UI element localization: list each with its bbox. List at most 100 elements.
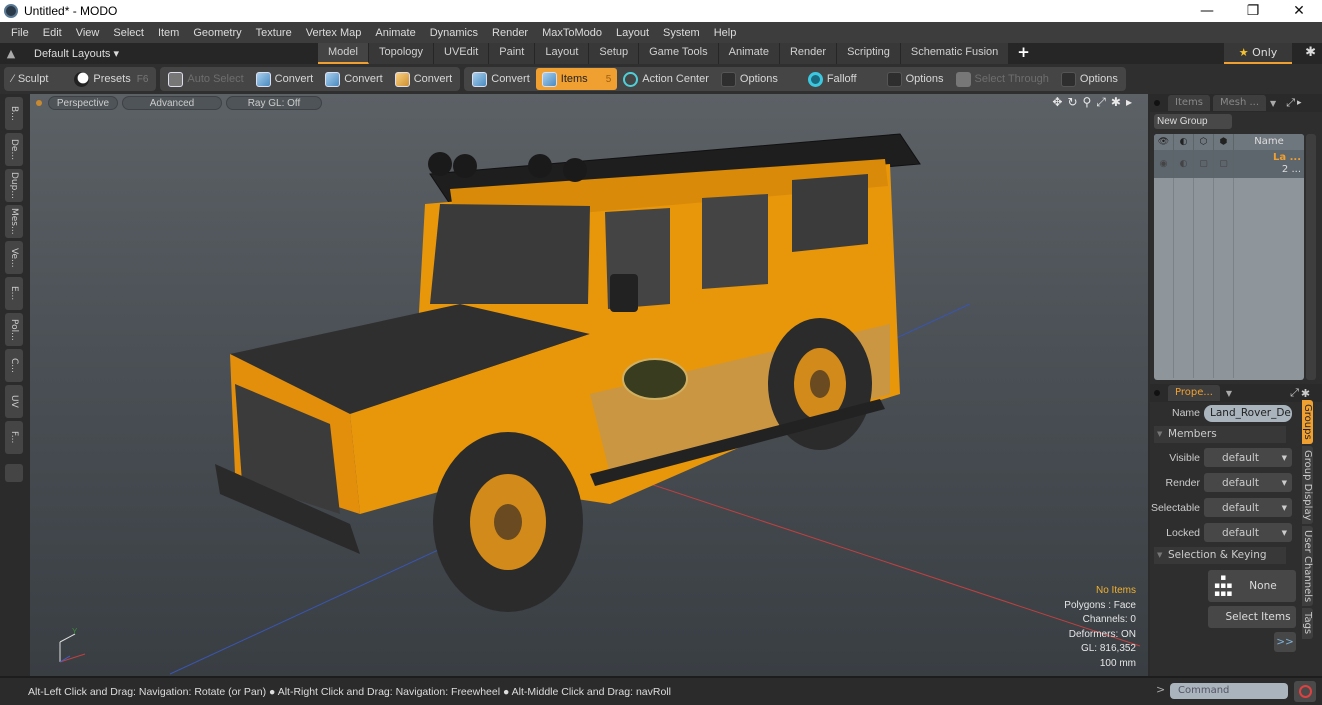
maximize-icon[interactable]: ⤢ <box>1286 96 1295 110</box>
rotate-icon[interactable]: ↻ <box>1067 95 1077 110</box>
tool-duplicate[interactable]: Dup... <box>5 169 23 202</box>
tab-items[interactable]: Items <box>1168 95 1210 111</box>
menu-layout[interactable]: Layout <box>609 27 656 39</box>
menu-maxtomodo[interactable]: MaxToModo <box>535 27 609 39</box>
zoom-icon[interactable]: ⚲ <box>1083 95 1092 110</box>
tab-setup[interactable]: Setup <box>589 43 640 64</box>
lock-column-icon[interactable]: ⬢ <box>1214 134 1234 150</box>
minimize-button[interactable]: — <box>1184 0 1230 22</box>
menu-animate[interactable]: Animate <box>368 27 422 39</box>
close-button[interactable]: ✕ <box>1276 0 1322 22</box>
group-row[interactable]: ◉ ◐ ▢ ▢ La ... 2 ... <box>1154 150 1304 178</box>
falloff-options-button[interactable]: Options <box>881 68 950 90</box>
tab-game-tools[interactable]: Game Tools <box>639 43 719 64</box>
panel-menu-dot[interactable] <box>1154 100 1160 106</box>
tool-curve[interactable]: C... <box>5 349 23 382</box>
tool-strip-toggle[interactable] <box>5 464 23 482</box>
maximize-icon[interactable]: ⤢ <box>1096 95 1106 110</box>
side-tab-user-channels[interactable]: User Channels <box>1302 526 1313 607</box>
sculpt-button[interactable]: ⁄ Sculpt <box>6 68 54 90</box>
tool-delete[interactable]: De... <box>5 133 23 166</box>
new-group-button[interactable]: New Group <box>1154 114 1232 129</box>
items-mode-button[interactable]: Items 5 <box>535 68 618 90</box>
auto-select-button[interactable]: Auto Select <box>162 68 249 90</box>
action-center-options-button[interactable]: Options <box>715 68 784 90</box>
tab-render[interactable]: Render <box>779 43 838 64</box>
convert-vertices-button[interactable]: Convert <box>250 68 320 90</box>
none-button[interactable]: ▪ ▪▪▪ ▪▪▪ None <box>1208 570 1296 602</box>
panel-menu-dot[interactable] <box>1154 390 1160 396</box>
visibility-column-icon[interactable]: 👁 <box>1154 134 1174 150</box>
tool-uv[interactable]: UV <box>5 385 23 418</box>
expand-arrow-icon[interactable]: ▸ <box>1126 95 1132 110</box>
restore-button[interactable]: ❐ <box>1230 0 1276 22</box>
layouts-dropdown[interactable]: Default Layouts ▾ <box>22 47 318 60</box>
pan-icon[interactable]: ✥ <box>1052 95 1062 110</box>
tab-layout[interactable]: Layout <box>535 43 590 64</box>
convert-polygons-button[interactable]: Convert <box>389 68 459 90</box>
tab-topology[interactable]: Topology <box>368 43 435 64</box>
render-toggle[interactable]: ◐ <box>1174 150 1194 178</box>
add-tab-button[interactable]: + <box>1009 43 1038 64</box>
tool-fusion[interactable]: F... <box>5 421 23 454</box>
tab-paint[interactable]: Paint <box>489 43 536 64</box>
tab-animate[interactable]: Animate <box>718 43 780 64</box>
record-macro-button[interactable] <box>1294 681 1316 702</box>
tab-scripting[interactable]: Scripting <box>837 43 901 64</box>
convert-edges-button[interactable]: Convert <box>319 68 389 90</box>
menu-vertex-map[interactable]: Vertex Map <box>299 27 369 39</box>
command-input[interactable]: Command <box>1170 683 1288 699</box>
render-column-icon[interactable]: ◐ <box>1174 134 1194 150</box>
tool-polygon[interactable]: Pol... <box>5 313 23 346</box>
side-tab-tags[interactable]: Tags <box>1302 608 1313 639</box>
tab-properties[interactable]: Prope... <box>1168 385 1220 401</box>
menu-file[interactable]: File <box>4 27 36 39</box>
more-button[interactable]: >> <box>1274 632 1296 652</box>
side-tab-groups[interactable]: Groups <box>1302 400 1313 444</box>
select-through-button[interactable]: Select Through <box>950 68 1055 90</box>
selectable-dropdown[interactable]: default <box>1204 498 1292 517</box>
only-toggle[interactable]: ★ Only <box>1224 43 1292 64</box>
members-section[interactable]: Members <box>1154 426 1286 443</box>
selection-keying-section[interactable]: Selection & Keying <box>1154 547 1286 564</box>
action-center-button[interactable]: Action Center <box>617 68 715 90</box>
tool-edge[interactable]: E... <box>5 277 23 310</box>
menu-render[interactable]: Render <box>485 27 535 39</box>
shading-dropdown[interactable]: Advanced <box>122 96 222 110</box>
gear-icon[interactable]: ✱ <box>1301 387 1310 400</box>
select-toggle[interactable]: ▢ <box>1194 150 1214 178</box>
tool-vertex[interactable]: Ve... <box>5 241 23 274</box>
tab-model[interactable]: Model <box>318 43 369 64</box>
menu-item[interactable]: Item <box>151 27 186 39</box>
menu-select[interactable]: Select <box>106 27 151 39</box>
menu-geometry[interactable]: Geometry <box>186 27 248 39</box>
locked-dropdown[interactable]: default <box>1204 523 1292 542</box>
tab-dropdown-icon[interactable]: ▼ <box>1270 99 1276 108</box>
render-dropdown[interactable]: default <box>1204 473 1292 492</box>
convert-items-button[interactable]: Convert <box>466 68 536 90</box>
3d-viewport[interactable]: Y Perspective Advanced Ray GL: Off ✥ ↻ ⚲… <box>30 94 1148 676</box>
name-field[interactable]: Land_Rover_De <box>1204 404 1292 422</box>
gear-icon[interactable]: ✱ <box>1305 45 1316 60</box>
settings-icon[interactable]: ✱ <box>1111 95 1121 110</box>
layout-collapse-icon[interactable]: ▲ <box>0 47 22 60</box>
visibility-toggle[interactable]: ◉ <box>1154 150 1174 178</box>
tool-bevel[interactable]: B... <box>5 97 23 130</box>
select-column-icon[interactable]: ⬡ <box>1194 134 1214 150</box>
tool-mesh-edit[interactable]: Mes... <box>5 205 23 238</box>
tab-schematic-fusion[interactable]: Schematic Fusion <box>900 43 1010 64</box>
select-items-button[interactable]: Select Items <box>1208 606 1296 628</box>
falloff-button[interactable]: Falloff <box>802 68 863 90</box>
tab-mesh[interactable]: Mesh ... <box>1212 95 1267 111</box>
name-column-header[interactable]: Name <box>1234 134 1304 150</box>
select-through-options-button[interactable]: Options <box>1055 68 1124 90</box>
side-tab-group-display[interactable]: Group Display <box>1302 445 1313 525</box>
menu-texture[interactable]: Texture <box>249 27 299 39</box>
menu-view[interactable]: View <box>69 27 107 39</box>
lock-toggle[interactable]: ▢ <box>1214 150 1234 178</box>
maximize-icon[interactable]: ⤢ <box>1290 386 1299 400</box>
tab-uvedit[interactable]: UVEdit <box>434 43 490 64</box>
tab-dropdown-icon[interactable]: ▼ <box>1226 389 1232 398</box>
menu-help[interactable]: Help <box>707 27 744 39</box>
presets-button[interactable]: Presets F6 <box>68 68 154 90</box>
